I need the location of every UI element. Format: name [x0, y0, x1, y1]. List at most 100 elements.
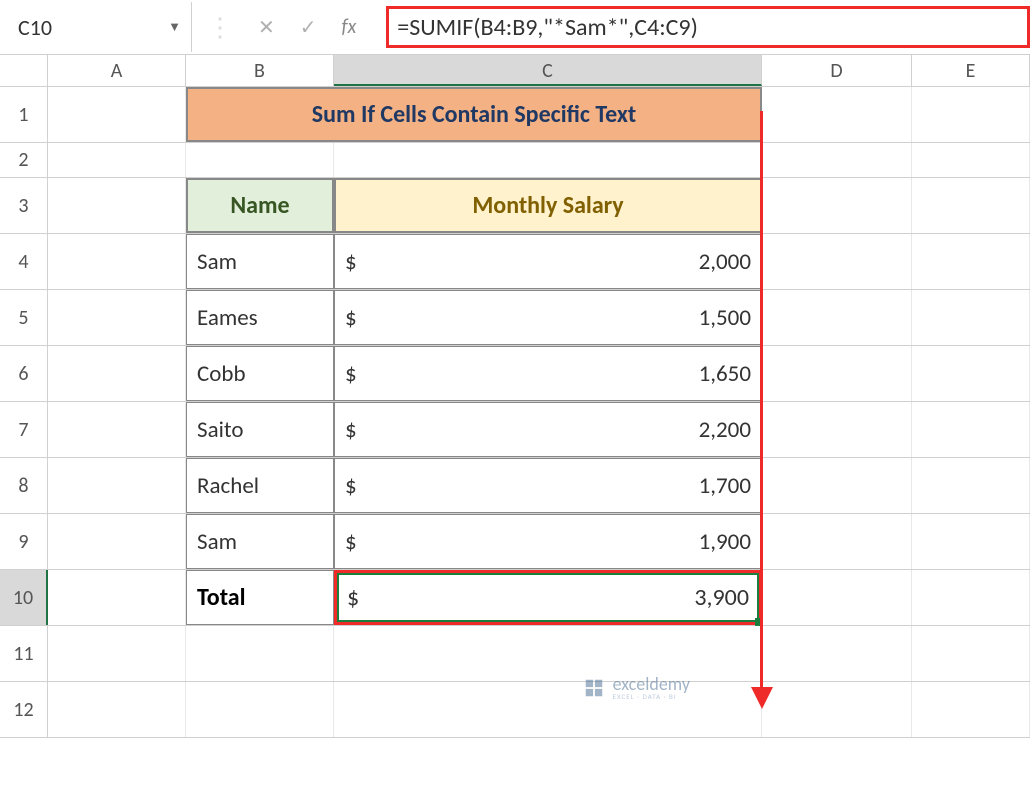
cell-E9[interactable] — [912, 514, 1030, 569]
cell-D6[interactable] — [762, 346, 912, 401]
cell-D11[interactable] — [762, 626, 912, 681]
watermark: exceldemy EXCEL · DATA · BI — [583, 675, 690, 700]
row-header-4[interactable]: 4 — [0, 234, 48, 289]
name-box-dropdown-icon[interactable]: ▼ — [168, 19, 181, 35]
cell-C12[interactable] — [334, 682, 762, 737]
cell-A7[interactable] — [48, 402, 186, 457]
cell-D1[interactable] — [762, 87, 912, 142]
row-2: 2 — [0, 143, 1030, 178]
cell-D8[interactable] — [762, 458, 912, 513]
cell-A10[interactable] — [48, 570, 186, 625]
cell-D2[interactable] — [762, 143, 912, 177]
cell-D10[interactable] — [762, 570, 912, 625]
cell-E5[interactable] — [912, 290, 1030, 345]
cell-E12[interactable] — [912, 682, 1030, 737]
cell-E11[interactable] — [912, 626, 1030, 681]
row-7: 7 Saito $2,200 — [0, 402, 1030, 458]
col-header-E[interactable]: E — [912, 55, 1030, 86]
cell-B2[interactable] — [186, 143, 334, 177]
cell-B11[interactable] — [186, 626, 334, 681]
cell-E3[interactable] — [912, 178, 1030, 233]
cell-A4[interactable] — [48, 234, 186, 289]
col-header-D[interactable]: D — [762, 55, 912, 86]
header-salary[interactable]: Monthly Salary — [334, 178, 762, 233]
row-header-3[interactable]: 3 — [0, 178, 48, 233]
cell-salary-0[interactable]: $2,000 — [334, 234, 762, 289]
row-header-6[interactable]: 6 — [0, 346, 48, 401]
header-name-text: Name — [230, 191, 289, 220]
cell-D4[interactable] — [762, 234, 912, 289]
cell-E8[interactable] — [912, 458, 1030, 513]
cell-salary-3[interactable]: $2,200 — [334, 402, 762, 457]
row-header-8[interactable]: 8 — [0, 458, 48, 513]
cell-E10[interactable] — [912, 570, 1030, 625]
cell-E4[interactable] — [912, 234, 1030, 289]
cell-salary-4[interactable]: $1,700 — [334, 458, 762, 513]
sheet-area: A B C D E 1 Sum If Cells Contain Specifi… — [0, 55, 1030, 738]
header-name[interactable]: Name — [186, 178, 334, 233]
row-10: 10 Total $3,900 — [0, 570, 1030, 626]
row-11: 11 — [0, 626, 1030, 682]
row-header-2[interactable]: 2 — [0, 143, 48, 177]
row-header-10[interactable]: 10 — [0, 570, 48, 625]
cell-C11[interactable] — [334, 626, 762, 681]
fx-icon[interactable]: fx — [342, 15, 372, 39]
cell-D12[interactable] — [762, 682, 912, 737]
cell-E7[interactable] — [912, 402, 1030, 457]
cell-D5[interactable] — [762, 290, 912, 345]
cell-E1[interactable] — [912, 87, 1030, 142]
cell-salary-2[interactable]: $1,650 — [334, 346, 762, 401]
total-label-cell[interactable]: Total — [186, 570, 334, 625]
cell-A2[interactable] — [48, 143, 186, 177]
row-9: 9 Sam $1,900 — [0, 514, 1030, 570]
column-headers: A B C D E — [0, 55, 1030, 87]
row-6: 6 Cobb $1,650 — [0, 346, 1030, 402]
cell-C2[interactable] — [334, 143, 762, 177]
cell-E2[interactable] — [912, 143, 1030, 177]
cell-salary-1[interactable]: $1,500 — [334, 290, 762, 345]
cell-A1[interactable] — [48, 87, 186, 142]
cell-name-2[interactable]: Cobb — [186, 346, 334, 401]
divider: ⋮ — [207, 11, 233, 43]
formula-bar: C10 ▼ ⋮ ✕ ✓ fx =SUMIF(B4:B9,"*Sam*",C4:C… — [0, 0, 1030, 55]
total-value-cell[interactable]: $3,900 — [334, 570, 762, 625]
cell-name-4[interactable]: Rachel — [186, 458, 334, 513]
row-header-7[interactable]: 7 — [0, 402, 48, 457]
col-header-C[interactable]: C — [334, 55, 762, 86]
cell-name-1[interactable]: Eames — [186, 290, 334, 345]
cell-A5[interactable] — [48, 290, 186, 345]
row-header-1[interactable]: 1 — [0, 87, 48, 142]
formula-input[interactable]: =SUMIF(B4:B9,"*Sam*",C4:C9) — [386, 6, 1030, 48]
cell-salary-5[interactable]: $1,900 — [334, 514, 762, 569]
cell-A8[interactable] — [48, 458, 186, 513]
accept-icon[interactable]: ✓ — [300, 15, 317, 40]
cell-A3[interactable] — [48, 178, 186, 233]
cell-E6[interactable] — [912, 346, 1030, 401]
cell-A6[interactable] — [48, 346, 186, 401]
col-header-A[interactable]: A — [48, 55, 186, 86]
row-header-11[interactable]: 11 — [0, 626, 48, 681]
cell-A11[interactable] — [48, 626, 186, 681]
cell-name-5[interactable]: Sam — [186, 514, 334, 569]
cell-name-3[interactable]: Saito — [186, 402, 334, 457]
row-header-9[interactable]: 9 — [0, 514, 48, 569]
title-cell[interactable]: Sum If Cells Contain Specific Text — [186, 87, 762, 142]
select-all-corner[interactable] — [0, 55, 48, 86]
cell-B12[interactable] — [186, 682, 334, 737]
name-box[interactable]: C10 ▼ — [0, 2, 192, 52]
header-salary-text: Monthly Salary — [472, 191, 623, 220]
col-header-B[interactable]: B — [186, 55, 334, 86]
row-header-12[interactable]: 12 — [0, 682, 48, 737]
formula-controls: ⋮ ✕ ✓ fx — [192, 11, 386, 43]
name-box-value: C10 — [18, 14, 52, 41]
cell-D9[interactable] — [762, 514, 912, 569]
cancel-icon[interactable]: ✕ — [258, 15, 275, 40]
cell-name-0[interactable]: Sam — [186, 234, 334, 289]
cell-A12[interactable] — [48, 682, 186, 737]
callout-arrow-line — [760, 111, 763, 697]
cell-D7[interactable] — [762, 402, 912, 457]
cell-D3[interactable] — [762, 178, 912, 233]
cell-A9[interactable] — [48, 514, 186, 569]
title-text: Sum If Cells Contain Specific Text — [312, 100, 636, 129]
row-header-5[interactable]: 5 — [0, 290, 48, 345]
